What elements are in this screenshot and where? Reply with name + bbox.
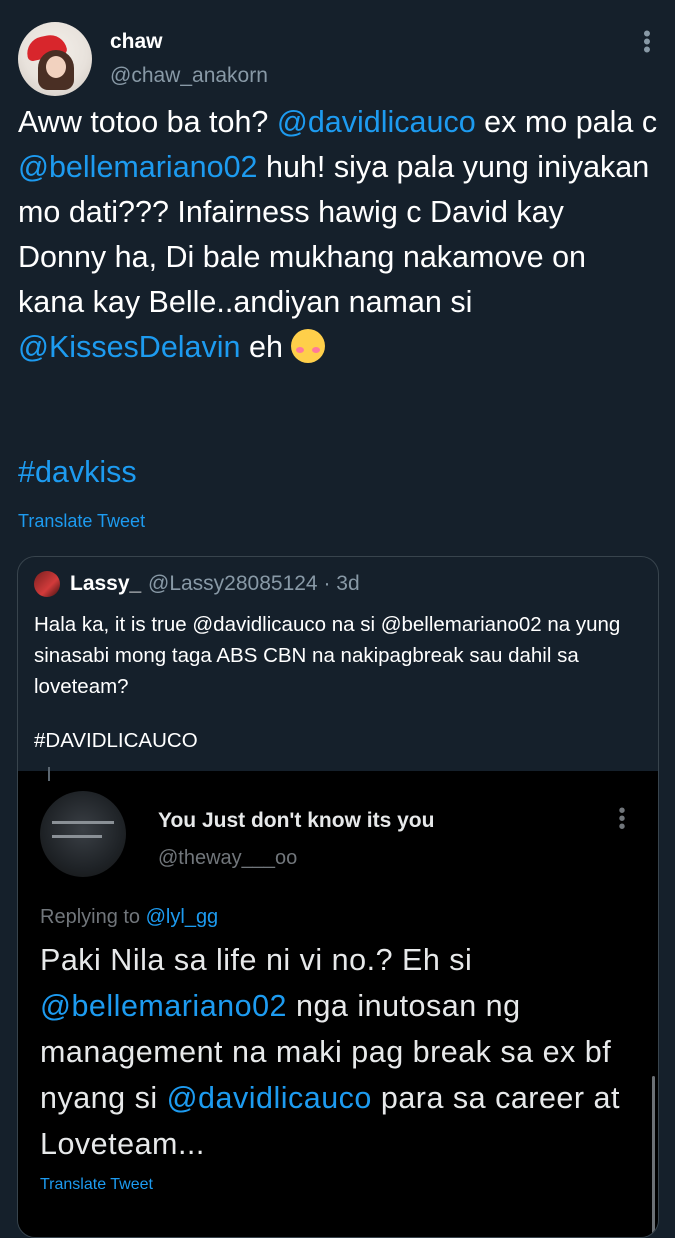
author-avatar[interactable] <box>18 22 92 96</box>
mention-link[interactable]: @davidlicauco <box>277 105 476 139</box>
embedded-author-name: You Just don't know its you <box>158 809 435 832</box>
replying-to-mention: @lyl_gg <box>145 906 219 928</box>
quoted-tweet-text: Hala ka, it is true @davidlicauco na si … <box>34 613 621 698</box>
mention-link[interactable]: @bellemariano02 <box>18 150 258 184</box>
more-vertical-icon: • • • <box>618 800 626 838</box>
author-name[interactable]: chaw <box>110 30 163 54</box>
smiling-face-with-blush-icon <box>291 329 326 363</box>
quoted-author-avatar <box>34 571 60 597</box>
tweet-text-segment: eh <box>240 330 292 364</box>
quoted-tweet-card[interactable]: Lassy_ @Lassy28085124 · 3d Hala ka, it i… <box>17 556 659 1238</box>
quoted-hashtag: #DAVIDLICAUCO <box>34 729 198 752</box>
embedded-translate-link: Translate Tweet <box>40 1176 153 1193</box>
embedded-text-segment: Paki Nila sa life ni vi no.? Eh si <box>40 943 473 977</box>
embedded-author-avatar <box>40 791 126 877</box>
attached-image[interactable]: You Just don't know its you @theway___oo… <box>18 767 658 1237</box>
thread-line <box>48 767 50 781</box>
embedded-author-handle: @theway___oo <box>158 847 298 869</box>
mention-link[interactable]: @KissesDelavin <box>18 330 241 364</box>
embedded-mention: @bellemariano02 <box>40 989 288 1023</box>
quoted-author-name: Lassy_ <box>70 572 142 595</box>
replying-prefix: Replying to <box>40 906 146 928</box>
replying-to-label: Replying to @lyl_gg <box>40 906 218 929</box>
translate-tweet-link[interactable]: Translate Tweet <box>18 511 145 532</box>
tweet-text-segment: ex mo pala c <box>475 105 658 139</box>
quoted-author-handle: @Lassy28085124 · 3d <box>148 572 360 595</box>
embedded-mention: @davidlicauco <box>166 1081 372 1115</box>
scrollbar <box>652 1076 655 1237</box>
embedded-tweet-text: Paki Nila sa life ni vi no.? Eh si @bell… <box>40 937 650 1167</box>
author-handle[interactable]: @chaw_anakorn <box>110 64 268 88</box>
tweet-text-segment: Aww totoo ba toh? <box>18 105 277 139</box>
more-vertical-icon[interactable]: • • • <box>637 23 657 61</box>
tweet-text: Aww totoo ba toh? @davidlicauco ex mo pa… <box>18 100 658 370</box>
hashtag-link[interactable]: #davkiss <box>18 455 137 490</box>
